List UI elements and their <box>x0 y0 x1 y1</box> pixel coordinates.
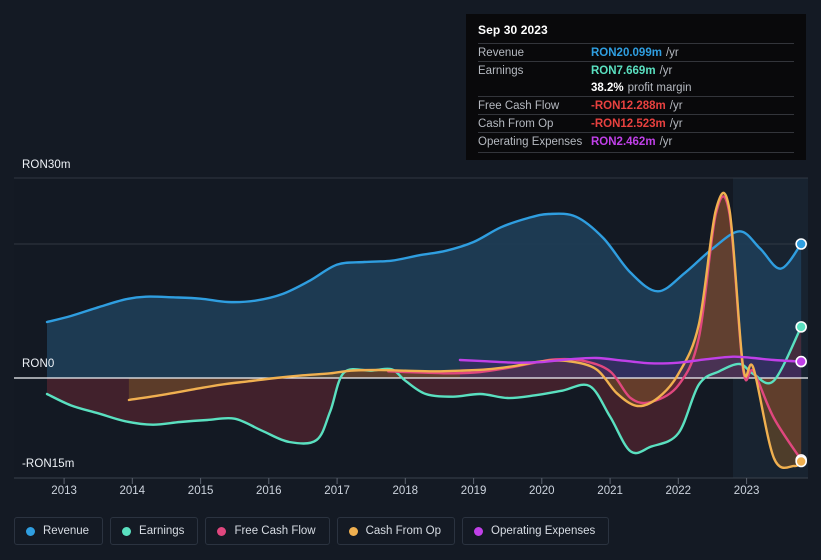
legend-item-label: Revenue <box>43 525 90 537</box>
legend-item-earnings[interactable]: Earnings <box>110 517 199 545</box>
tooltip-row-unit: /yr <box>659 135 673 148</box>
endpoint-dot-earnings[interactable] <box>795 321 807 333</box>
financial-chart-page: RON30m RON0 -RON15m 2013 2014 2015 2016 2017… <box>0 0 821 560</box>
tooltip-row: 38.2% profit margin <box>478 79 794 96</box>
legend-item-label: Earnings <box>139 525 185 537</box>
tooltip-rows: Revenue RON20.099m/yr Earnings RON7.669m/yr… <box>478 43 794 150</box>
legend-color-dot-icon <box>474 526 484 536</box>
tooltip-row-value: -RON12.523m <box>591 117 666 130</box>
tooltip-row-unit: /yr <box>669 99 683 112</box>
legend-color-dot-icon <box>348 526 358 536</box>
legend-item-label: Cash From Op <box>365 525 442 537</box>
tooltip-row-label: Cash From Op <box>478 117 554 130</box>
x-axis-label: 2019 <box>460 485 487 497</box>
x-axis-label: 2020 <box>529 485 555 497</box>
tooltip-row: Revenue RON20.099m/yr <box>478 43 794 61</box>
legend-color-dot-icon <box>26 526 35 536</box>
x-axis-label: 2023 <box>733 485 760 497</box>
legend-item-revenue[interactable]: Revenue <box>14 517 104 545</box>
chart-tooltip: Sep 30 2023 Revenue RON20.099m/yr Earnings… <box>466 14 806 160</box>
x-axis-label: 2013 <box>51 485 77 497</box>
tooltip-row: Earnings RON7.669m/yr <box>478 61 794 79</box>
tooltip-row: Operating Expenses RON2.462m/yr <box>478 132 794 150</box>
tooltip-row: Cash From Op -RON12.523m/yr <box>478 114 794 132</box>
legend-item-label: Free Cash Flow <box>234 525 316 537</box>
legend-color-dot-icon <box>122 526 132 536</box>
x-axis-label: 2017 <box>324 485 350 497</box>
legend-item-free-cash-flow[interactable]: Free Cash Flow <box>205 517 330 545</box>
endpoint-dot-cash-from-op[interactable] <box>795 455 807 468</box>
tooltip-row-label: Revenue <box>478 46 525 59</box>
x-axis-label: 2022 <box>665 485 692 497</box>
x-axis-label: 2021 <box>597 485 623 497</box>
tooltip-date: Sep 30 2023 <box>478 23 548 37</box>
tooltip-row-value: RON20.099m <box>591 46 662 59</box>
tooltip-row-value: -RON12.288m <box>591 99 666 112</box>
tooltip-row-value: 38.2% <box>591 81 624 94</box>
tooltip-row-unit: /yr <box>665 46 679 59</box>
legend-item-label: Operating Expenses <box>491 525 596 537</box>
endpoint-dot-revenue[interactable] <box>795 238 807 250</box>
tooltip-bottom-rule <box>478 152 794 153</box>
legend-item-cash-from-op[interactable]: Cash From Op <box>336 517 456 545</box>
tooltip-row-label: Operating Expenses <box>478 135 583 148</box>
tooltip-row-label: Free Cash Flow <box>478 99 560 112</box>
x-axis-label: 2014 <box>119 485 146 497</box>
tooltip-row: Free Cash Flow -RON12.288m/yr <box>478 96 794 114</box>
y-axis-label-zero: RON0 <box>22 358 55 370</box>
tooltip-row-unit: profit margin <box>627 81 692 94</box>
tooltip-row-label: Earnings <box>478 64 524 77</box>
x-axis-label: 2015 <box>187 485 214 497</box>
legend-item-operating-expenses[interactable]: Operating Expenses <box>462 517 610 545</box>
y-axis-label-top: RON30m <box>22 159 71 171</box>
tooltip-row-unit: /yr <box>669 117 683 130</box>
x-axis-ticks <box>63 478 748 484</box>
tooltip-row-value: RON7.669m <box>591 64 656 77</box>
tooltip-row-value: RON2.462m <box>591 135 656 148</box>
y-axis-label-bottom: -RON15m <box>22 458 75 470</box>
x-axis-label: 2016 <box>256 485 282 497</box>
x-axis-label: 2018 <box>392 485 419 497</box>
chart-legend[interactable]: Revenue Earnings Free Cash Flow Cash From O… <box>14 517 610 545</box>
endpoint-dot-operating-expenses[interactable] <box>795 355 807 368</box>
tooltip-row-unit: /yr <box>659 64 673 77</box>
legend-color-dot-icon <box>217 526 227 536</box>
